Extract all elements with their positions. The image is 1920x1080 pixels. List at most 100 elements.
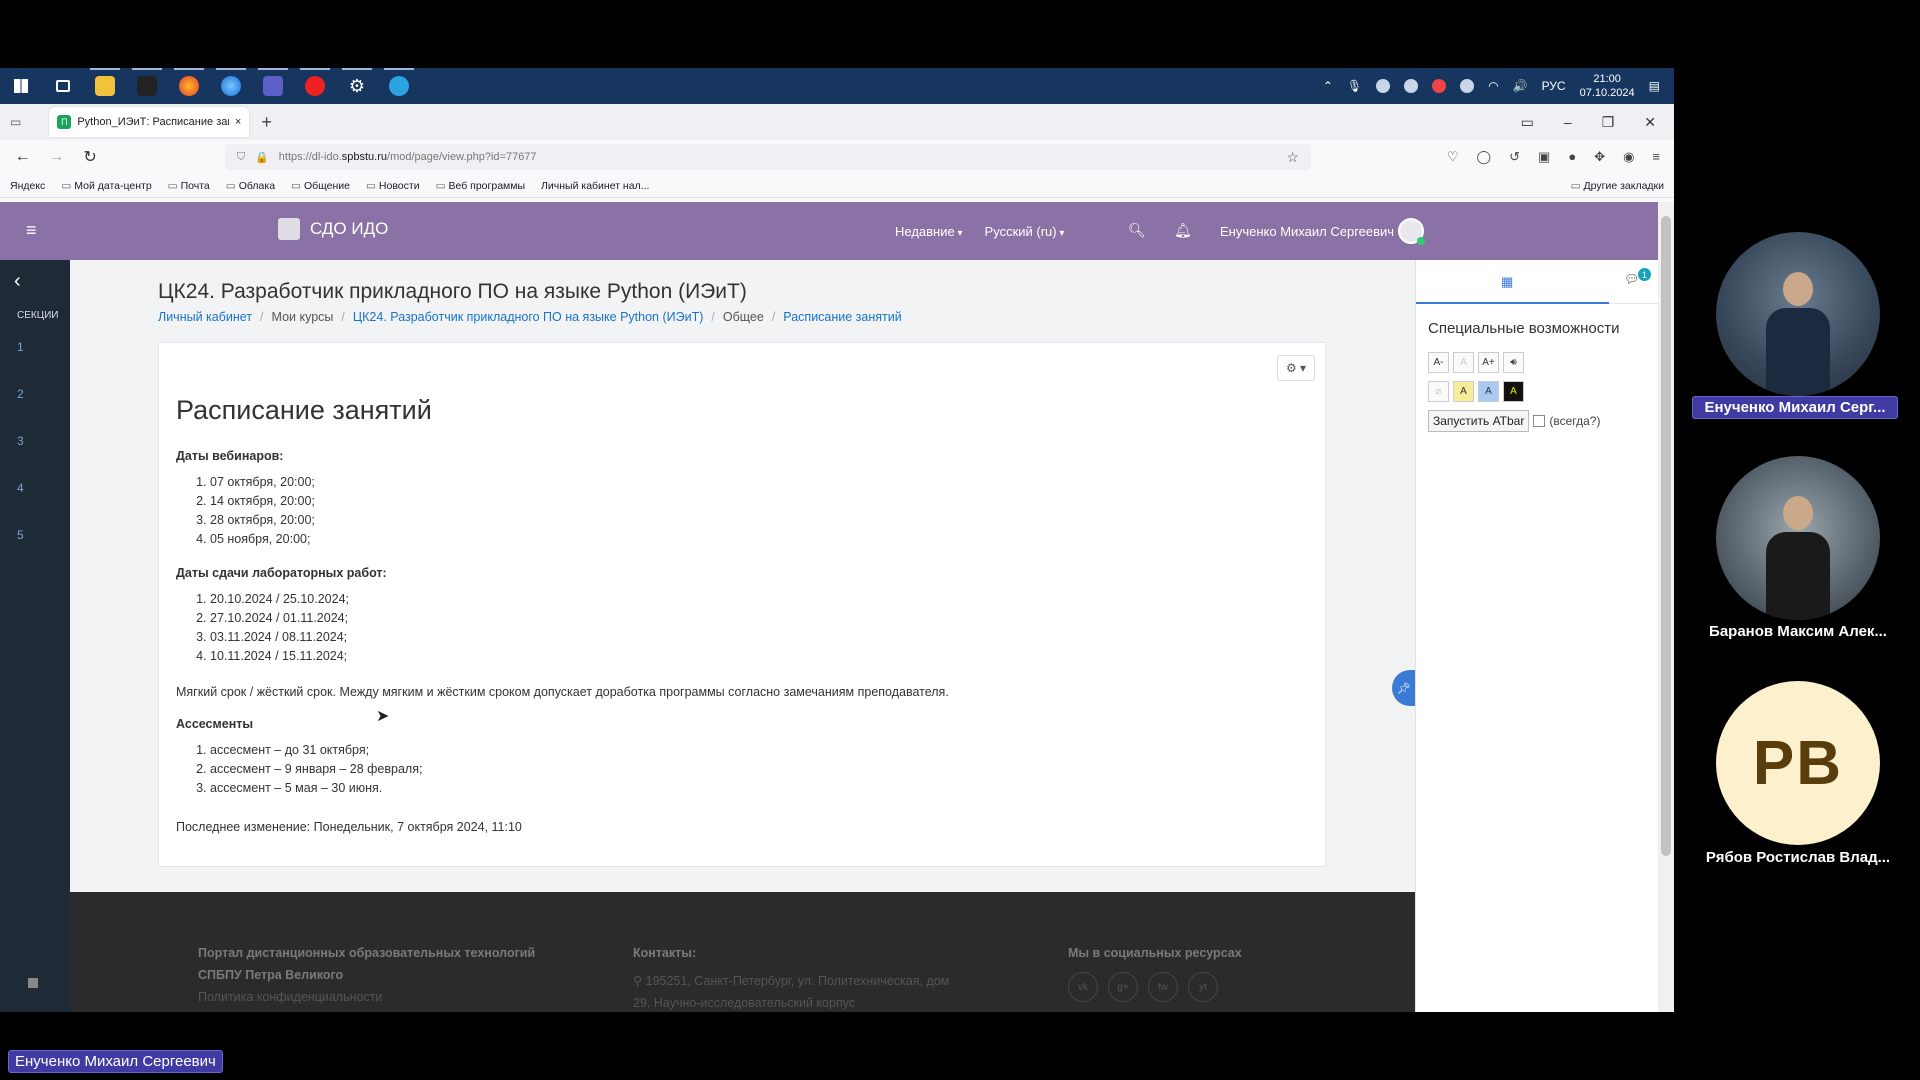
browser-tab-active[interactable]: П Python_ИЭиТ: Расписание заня ×: [49, 107, 250, 137]
page-scrollbar[interactable]: [1658, 202, 1674, 1012]
tab-list-icon[interactable]: ▭: [10, 115, 21, 129]
youtube-icon[interactable]: yt: [1188, 972, 1218, 1002]
microphone-icon[interactable]: 🎙: [1347, 79, 1362, 93]
bookmark-folder[interactable]: Веб программы: [436, 180, 526, 192]
sidebar-footer-icon[interactable]: [28, 978, 38, 988]
wifi-icon[interactable]: ◠: [1488, 79, 1498, 93]
tray-clock[interactable]: 21:00 07.10.2024: [1580, 72, 1635, 100]
minimize-icon[interactable]: –: [1564, 114, 1572, 131]
chat-icon[interactable]: 💬︎: [1624, 272, 1639, 286]
vpn-icon[interactable]: ◉: [1623, 149, 1634, 165]
breadcrumb-item[interactable]: Личный кабинет: [158, 310, 252, 324]
tray-app-icon[interactable]: [1404, 79, 1419, 93]
twitter-icon[interactable]: tw: [1148, 972, 1178, 1002]
breadcrumb-item[interactable]: ЦК24. Разработчик прикладного ПО на язык…: [353, 310, 704, 324]
participant-name: Рябов Ростислав Влад...: [1705, 849, 1891, 866]
hamburger-menu-icon[interactable]: ≡: [26, 220, 37, 241]
site-brand[interactable]: СДО ИДО: [278, 218, 388, 240]
reset-color-icon[interactable]: ⌀: [1428, 381, 1449, 402]
recent-dropdown[interactable]: Недавние: [895, 224, 963, 239]
task-view-icon[interactable]: [42, 68, 84, 104]
account-icon[interactable]: ◯: [1477, 149, 1492, 165]
chevron-left-icon[interactable]: ‹: [14, 270, 21, 293]
volume-icon[interactable]: 🔊: [1513, 79, 1528, 93]
menu-icon[interactable]: ≡: [1652, 149, 1660, 165]
participant-video[interactable]: [1716, 456, 1880, 620]
section-link[interactable]: 3: [17, 434, 24, 448]
reset-font-button[interactable]: A: [1453, 352, 1474, 373]
forward-icon[interactable]: →: [48, 148, 66, 166]
restore-icon[interactable]: ❐: [1602, 114, 1615, 131]
bell-icon[interactable]: 🔔︎: [1174, 222, 1192, 239]
red-app-icon[interactable]: [294, 68, 336, 104]
atbar-always-checkbox[interactable]: [1533, 415, 1546, 427]
bookmark-folder[interactable]: Общение: [291, 180, 350, 192]
black-scheme-button[interactable]: A: [1503, 381, 1524, 402]
section-link[interactable]: 2: [17, 387, 24, 401]
vk-icon[interactable]: vk: [1068, 972, 1098, 1002]
section-link[interactable]: 5: [17, 528, 24, 542]
bookmark-folder[interactable]: Мой дата-центр: [61, 180, 151, 192]
other-bookmarks[interactable]: Другие закладки: [1571, 180, 1664, 192]
bookmark-yandex[interactable]: Яндекс: [10, 180, 45, 192]
chevron-up-icon[interactable]: ⌃: [1323, 79, 1333, 93]
close-window-icon[interactable]: ✕: [1644, 114, 1656, 131]
screenshot-icon[interactable]: ▣: [1538, 149, 1550, 165]
participant-video[interactable]: [1716, 232, 1880, 396]
bookmark-link[interactable]: Личный кабинет нал...: [541, 180, 649, 192]
yellow-scheme-button[interactable]: A: [1453, 381, 1474, 402]
url-text: https://dl-ido.spbstu.ru/mod/page/view.p…: [278, 151, 537, 163]
new-tab-icon[interactable]: +: [261, 112, 272, 133]
browser-icon[interactable]: [210, 68, 252, 104]
breadcrumb-item[interactable]: Расписание занятий: [783, 310, 901, 324]
user-menu[interactable]: Енученко Михаил Сергеевич: [1220, 224, 1394, 239]
site-footer: Портал дистанционных образовательных тех…: [70, 892, 1415, 1012]
puzzle-icon[interactable]: ✥: [1594, 149, 1605, 165]
search-icon[interactable]: 🔍︎: [1128, 222, 1146, 239]
tray-app-icon[interactable]: [1376, 79, 1391, 93]
game-app-icon[interactable]: [126, 68, 168, 104]
history-icon[interactable]: ↺: [1509, 149, 1520, 165]
pocket-icon[interactable]: ♡: [1447, 149, 1459, 165]
tab-overview-icon[interactable]: ▭: [1521, 114, 1534, 131]
extension-icon[interactable]: ●: [1568, 149, 1576, 165]
bookmark-folder[interactable]: Почта: [168, 180, 210, 192]
webinars-list: 07 октября, 20:00; 14 октября, 20:00; 28…: [176, 473, 1296, 549]
decrease-font-button[interactable]: A-: [1428, 352, 1449, 373]
notifications-icon[interactable]: ▤: [1649, 79, 1660, 93]
privacy-link[interactable]: Политика конфиденциальности: [198, 986, 535, 1008]
telegram-icon[interactable]: [378, 68, 420, 104]
reload-icon[interactable]: ↻: [81, 147, 99, 167]
bookmark-folder[interactable]: Облака: [226, 180, 275, 192]
section-link[interactable]: 1: [17, 340, 24, 354]
lock-icon[interactable]: 🔒: [255, 151, 269, 164]
blocks-grid-icon[interactable]: ▦: [1501, 274, 1513, 290]
shield-icon[interactable]: ⛉: [237, 151, 245, 164]
settings-icon[interactable]: ⚙: [336, 68, 378, 104]
firefox-icon[interactable]: [168, 68, 210, 104]
address-bar[interactable]: ⛉ 🔒 https://dl-ido.spbstu.ru/mod/page/vi…: [224, 144, 1311, 170]
bookmark-folder[interactable]: Новости: [366, 180, 420, 192]
section-link[interactable]: 4: [17, 481, 24, 495]
language-indicator[interactable]: РУС: [1542, 79, 1566, 93]
scrollbar-thumb[interactable]: [1661, 216, 1671, 856]
close-tab-icon[interactable]: ×: [235, 116, 241, 128]
back-icon[interactable]: ←: [14, 148, 32, 166]
tray-app-icon[interactable]: [1432, 79, 1447, 93]
increase-font-button[interactable]: A+: [1478, 352, 1499, 373]
participant-figure: [1766, 272, 1830, 396]
google-plus-icon[interactable]: g+: [1108, 972, 1138, 1002]
tray-app-icon[interactable]: [1460, 79, 1475, 93]
settings-gear-button[interactable]: ⚙ ▾: [1277, 355, 1315, 381]
tts-icon[interactable]: 🔊︎: [1503, 352, 1524, 373]
teams-icon[interactable]: [252, 68, 294, 104]
user-avatar[interactable]: [1398, 218, 1425, 245]
blue-scheme-button[interactable]: A: [1478, 381, 1499, 402]
bookmark-star-icon[interactable]: ☆: [1286, 149, 1299, 166]
sections-label: СЕКЦИИ: [17, 310, 59, 321]
participant-avatar[interactable]: PB: [1716, 681, 1880, 845]
language-dropdown[interactable]: Русский (ru): [985, 224, 1065, 239]
file-explorer-icon[interactable]: [84, 68, 126, 104]
launch-atbar-button[interactable]: Запустить ATbar: [1428, 410, 1530, 432]
windows-start-icon[interactable]: [0, 68, 42, 104]
